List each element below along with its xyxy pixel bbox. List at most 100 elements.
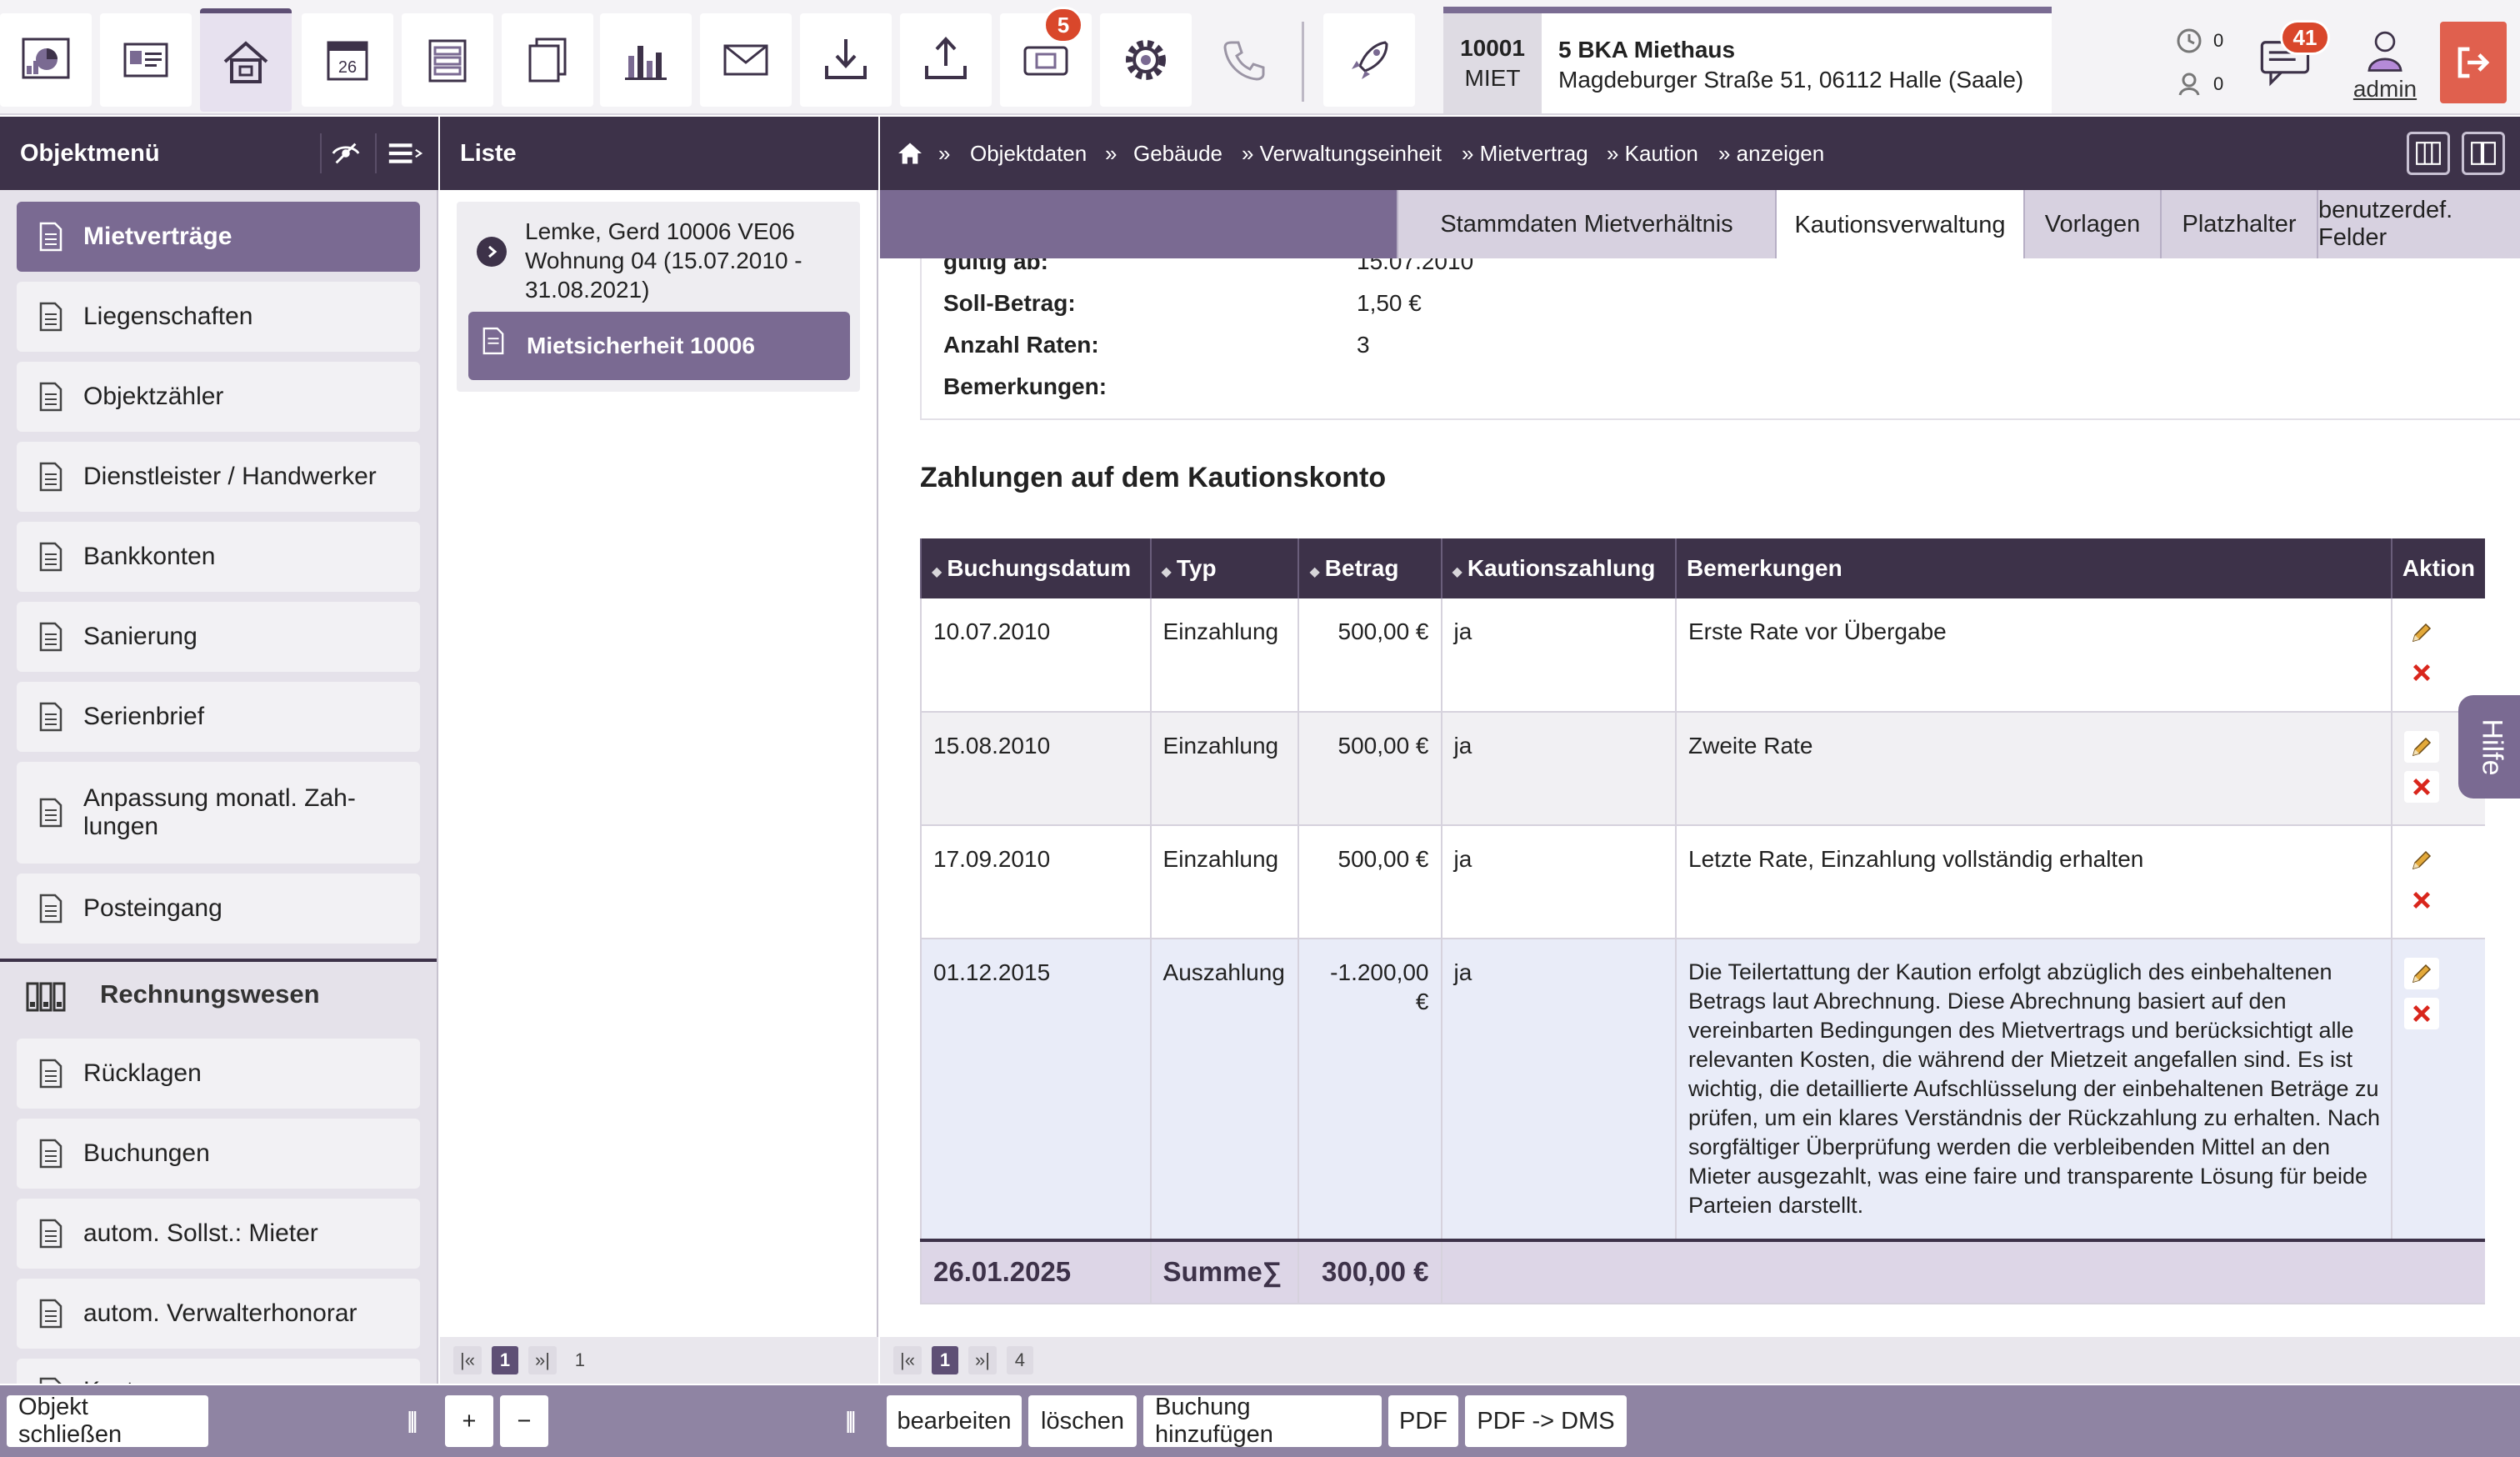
- visibility-toggle[interactable]: [320, 133, 370, 173]
- delete-button[interactable]: [2403, 657, 2439, 688]
- menu-item-buchungen[interactable]: Buchungen: [17, 1119, 420, 1189]
- messages-badge: 41: [2280, 20, 2330, 55]
- menu-item-sanierung[interactable]: Sanierung: [17, 602, 420, 672]
- contacts-button[interactable]: [100, 13, 192, 107]
- layout-columns-button[interactable]: [2407, 132, 2450, 175]
- col-betrag[interactable]: ◆ Betrag: [1298, 538, 1442, 598]
- resize-handle[interactable]: |||: [407, 1407, 418, 1434]
- tab-stammdaten[interactable]: Stammdaten Mietverhältnis: [1397, 190, 1775, 258]
- objects-home-button[interactable]: [200, 8, 292, 112]
- pencil-icon: [2412, 964, 2431, 984]
- documents-button[interactable]: [502, 13, 593, 107]
- calendar-button[interactable]: 26: [302, 13, 393, 107]
- section-rechnungswesen[interactable]: Rechnungswesen: [0, 959, 437, 1027]
- remove-button[interactable]: −: [500, 1395, 548, 1447]
- delete-button[interactable]: [2403, 884, 2439, 916]
- pager-current[interactable]: 1: [931, 1346, 958, 1374]
- statistics-button[interactable]: [600, 13, 692, 107]
- deposit-list-item[interactable]: Mietsicherheit 10006: [468, 312, 850, 380]
- edit-button[interactable]: [2403, 958, 2439, 989]
- table-row[interactable]: 01.12.2015 Auszahlung -1.200,00 € ja Die…: [920, 939, 2485, 1241]
- menu-item-liegenschaften[interactable]: Liegenschaften: [17, 282, 420, 352]
- menu-item-bankkonten[interactable]: Bankkonten: [17, 522, 420, 592]
- menu-collapse-button[interactable]: [375, 133, 433, 173]
- menu-item-posteingang[interactable]: Posteingang: [17, 874, 420, 944]
- menu-item-serienbrief[interactable]: Serienbrief: [17, 682, 420, 752]
- tenant-entry[interactable]: Lemke, Gerd 10006 VE06 Wohnung 04 (15.07…: [525, 217, 850, 304]
- table-row[interactable]: 17.09.2010 Einzahlung 500,00 € ja Letzte…: [920, 825, 2485, 939]
- home-icon[interactable]: [897, 142, 923, 165]
- menu-item-sollst-mieter[interactable]: autom. Sollst.: Mieter: [17, 1199, 420, 1269]
- settings-button[interactable]: [1100, 13, 1192, 107]
- launch-button[interactable]: [1323, 13, 1415, 107]
- tab-kautionsverwaltung[interactable]: Kautionsverwaltung: [1775, 190, 2023, 260]
- import-button[interactable]: [800, 13, 892, 107]
- cell-actions: [2390, 939, 2485, 1241]
- resize-handle[interactable]: |||: [845, 1407, 857, 1434]
- add-booking-button[interactable]: Buchung hinzufügen: [1143, 1394, 1382, 1448]
- field-label: Anzahl Raten:: [943, 332, 1099, 358]
- user-counter[interactable]: 0: [2175, 70, 2223, 98]
- delete-button[interactable]: [2403, 998, 2439, 1029]
- table-row[interactable]: 15.08.2010 Einzahlung 500,00 € ja Zweite…: [920, 712, 2485, 826]
- mail-button[interactable]: [700, 13, 792, 107]
- export-button[interactable]: [900, 13, 992, 107]
- pager-first[interactable]: |«: [453, 1346, 482, 1374]
- edit-button[interactable]: [2403, 617, 2439, 648]
- object-title: 5 BKA Miethaus: [1558, 37, 1736, 63]
- deposit-details-box: gültig ab: 15.07.2010 Soll-Betrag: 1,50 …: [920, 258, 2520, 420]
- pager-last[interactable]: »|: [528, 1346, 557, 1374]
- pager-last[interactable]: »|: [968, 1346, 997, 1374]
- breadcrumb-verwaltungseinheit[interactable]: » Verwaltungseinheit: [1242, 141, 1442, 167]
- breadcrumb-kaution[interactable]: » Kaution: [1607, 141, 1698, 167]
- tab-vorlagen[interactable]: Vorlagen: [2023, 190, 2160, 258]
- menu-item-verwalterhonorar[interactable]: autom. Verwalterhonorar: [17, 1279, 420, 1349]
- menu-item-label: Posteingang: [83, 894, 222, 922]
- pager-first[interactable]: |«: [893, 1346, 922, 1374]
- table-row[interactable]: 10.07.2010 Einzahlung 500,00 € ja Erste …: [920, 598, 2485, 713]
- help-tab[interactable]: Hilfe: [2458, 695, 2520, 799]
- delete-action-button[interactable]: löschen: [1028, 1395, 1137, 1447]
- col-kautionszahlung[interactable]: ◆ Kautionszahlung: [1440, 538, 1676, 598]
- add-button[interactable]: +: [445, 1395, 493, 1447]
- breadcrumb-mietvertrag[interactable]: » Mietvertrag: [1462, 141, 1588, 167]
- layout-icon: [428, 39, 467, 83]
- phone-button[interactable]: [1198, 13, 1290, 107]
- pager-current[interactable]: 1: [491, 1346, 518, 1374]
- breadcrumb-objektdaten[interactable]: Objektdaten: [970, 141, 1087, 167]
- col-buchungsdatum[interactable]: ◆ Buchungsdatum: [920, 538, 1151, 598]
- col-typ[interactable]: ◆ Typ: [1149, 538, 1299, 598]
- menu-item-label: Objektzähler: [83, 383, 224, 410]
- expand-toggle[interactable]: [477, 237, 507, 267]
- layout-button[interactable]: [402, 13, 493, 107]
- reminder-counter[interactable]: 0: [2175, 27, 2223, 55]
- user-menu[interactable]: admin: [2343, 25, 2427, 108]
- user-name[interactable]: admin: [2343, 76, 2427, 103]
- payments-heading: Zahlungen auf dem Kautionskonto: [920, 462, 1387, 493]
- document-icon: [39, 1299, 62, 1329]
- menu-item-dienstleister[interactable]: Dienstleister / Handwerker: [17, 442, 420, 512]
- menu-item-mietvertraege[interactable]: Mietverträge: [17, 202, 420, 272]
- edit-button[interactable]: [2403, 731, 2439, 763]
- logout-button[interactable]: [2440, 22, 2507, 103]
- layout-split-button[interactable]: [2462, 132, 2505, 175]
- close-object-button[interactable]: Objekt schließen: [7, 1394, 208, 1448]
- menu-item-anpassung[interactable]: Anpassung monatl. Zah- lungen: [17, 762, 420, 864]
- menu-item-ruecklagen[interactable]: Rücklagen: [17, 1039, 420, 1109]
- menu-item-kosten[interactable]: Kosten: [17, 1359, 420, 1384]
- pdf-button[interactable]: PDF: [1388, 1395, 1458, 1447]
- address-card-icon: [123, 43, 168, 78]
- edit-button[interactable]: [2403, 844, 2439, 876]
- messages-button[interactable]: 41: [2257, 20, 2330, 95]
- edit-action-button[interactable]: bearbeiten: [887, 1395, 1022, 1447]
- jobs-button[interactable]: 5: [1000, 7, 1092, 107]
- breadcrumb-gebaeude[interactable]: Gebäude: [1133, 141, 1222, 167]
- menu-item-objektzaehler[interactable]: Objektzähler: [17, 362, 420, 432]
- tab-benutzerdef-felder[interactable]: benutzerdef. Felder: [2317, 190, 2520, 258]
- breadcrumb-anzeigen[interactable]: » anzeigen: [1718, 141, 1824, 167]
- logout-icon: [2458, 47, 2490, 78]
- delete-button[interactable]: [2403, 771, 2439, 803]
- tab-platzhalter[interactable]: Platzhalter: [2160, 190, 2317, 258]
- dashboard-button[interactable]: [0, 13, 92, 107]
- pdf-to-dms-button[interactable]: PDF -> DMS: [1465, 1395, 1627, 1447]
